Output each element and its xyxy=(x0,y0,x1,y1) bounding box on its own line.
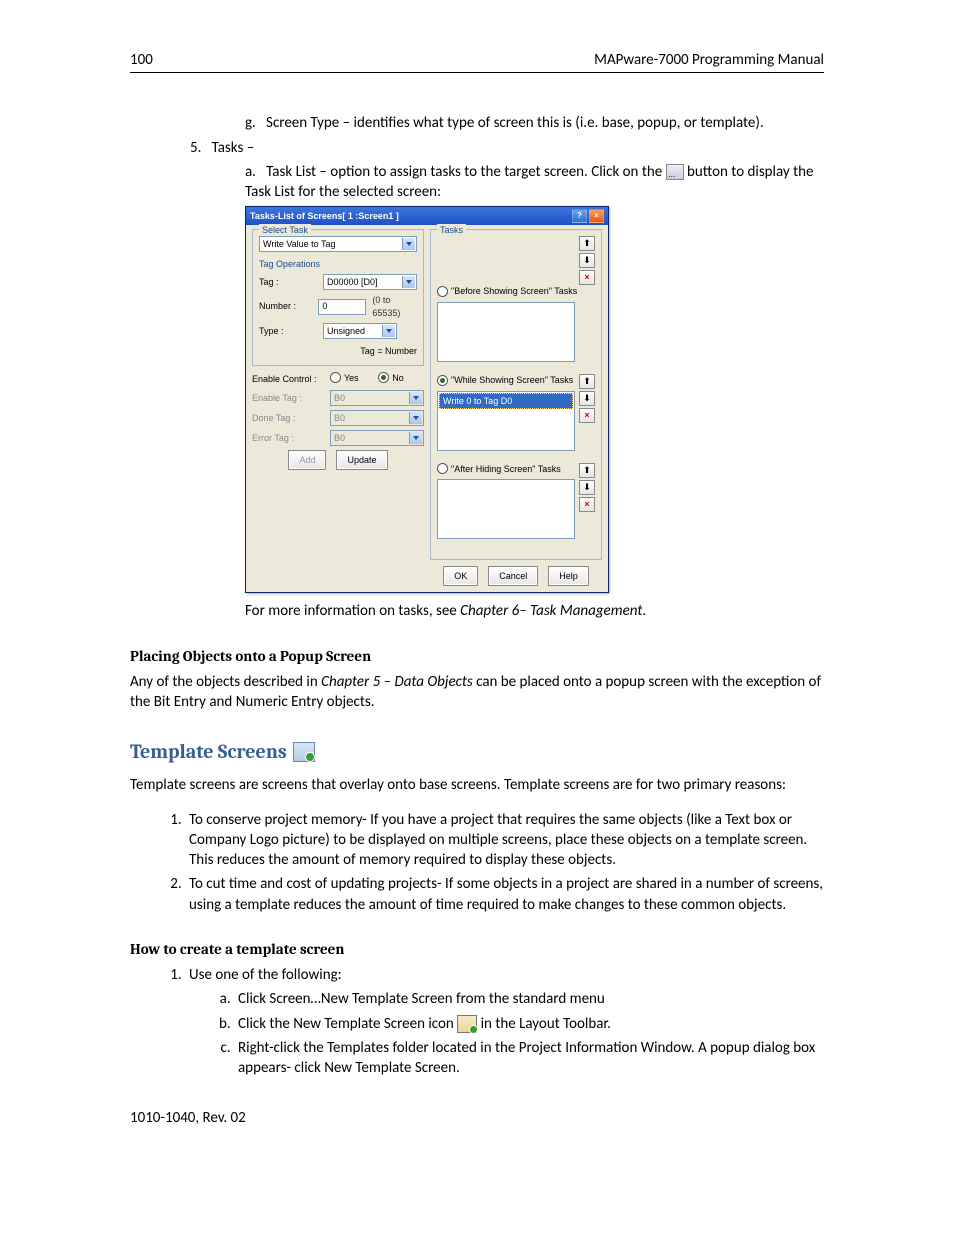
list-item: Click Screen…New Template Screen from th… xyxy=(234,989,824,1009)
dialog-title: Tasks-List of Screens[ 1 :Screen1 ] xyxy=(250,210,399,222)
list-item-5: 5. Tasks – xyxy=(190,138,824,158)
list-item: Click the New Template Screen icon in th… xyxy=(234,1014,824,1034)
cancel-button[interactable]: Cancel xyxy=(488,566,538,586)
type-dropdown[interactable]: Unsigned xyxy=(323,323,397,339)
move-up-icon[interactable]: ⬆ xyxy=(579,374,595,389)
list-item: To conserve project memory- If you have … xyxy=(185,810,824,871)
after-hiding-radio[interactable]: "After Hiding Screen" Tasks xyxy=(437,463,561,475)
popup-section-head: Placing Objects onto a Popup Screen xyxy=(130,646,824,666)
error-tag-dropdown: B0 xyxy=(330,430,424,446)
delete-icon[interactable]: × xyxy=(579,497,595,512)
delete-icon[interactable]: × xyxy=(579,270,595,285)
dialog-caption: For more information on tasks, see Chapt… xyxy=(245,601,824,621)
while-showing-radio[interactable]: "While Showing Screen" Tasks xyxy=(437,374,573,386)
move-down-icon[interactable]: ⬇ xyxy=(579,480,595,495)
tasks-dialog: Tasks-List of Screens[ 1 :Screen1 ] ? × … xyxy=(245,206,609,593)
template-reasons-list: To conserve project memory- If you have … xyxy=(130,810,824,915)
enable-yes-radio[interactable]: Yes xyxy=(330,372,359,384)
new-template-screen-icon xyxy=(457,1015,477,1033)
page-header: 100 MAPware-7000 Programming Manual xyxy=(130,50,824,73)
tasks-fieldset: Tasks ⬆ ⬇ × "Before Showing Screen" Task… xyxy=(430,229,602,560)
update-button[interactable]: Update xyxy=(336,450,387,470)
select-task-fieldset: Select Task Write Value to Tag Tag Opera… xyxy=(252,229,424,366)
delete-icon[interactable]: × xyxy=(579,408,595,423)
template-screen-icon xyxy=(293,742,315,762)
number-input[interactable]: 0 xyxy=(318,299,366,315)
howto-section-head: How to create a template screen xyxy=(130,939,824,959)
while-tasklist[interactable]: Write 0 to Tag D0 xyxy=(437,391,575,451)
tag-dropdown[interactable]: D00000 [D0] xyxy=(323,274,417,290)
task-list-icon xyxy=(666,164,684,180)
move-up-icon[interactable]: ⬆ xyxy=(579,463,595,478)
tag-operations-label: Tag Operations xyxy=(259,258,417,270)
before-tasklist[interactable] xyxy=(437,302,575,362)
template-intro: Template screens are screens that overla… xyxy=(130,775,824,795)
help-icon[interactable]: ? xyxy=(572,209,587,223)
page-number: 100 xyxy=(130,50,153,70)
popup-section-body: Any of the objects described in Chapter … xyxy=(130,672,824,713)
enable-tag-dropdown: B0 xyxy=(330,390,424,406)
add-button[interactable]: Add xyxy=(288,450,326,470)
close-icon[interactable]: × xyxy=(589,209,604,223)
dialog-titlebar: Tasks-List of Screens[ 1 :Screen1 ] ? × xyxy=(246,207,608,225)
task-item[interactable]: Write 0 to Tag D0 xyxy=(439,393,573,409)
move-up-icon[interactable]: ⬆ xyxy=(579,236,595,251)
list-item: Use one of the following: Click Screen…N… xyxy=(185,965,824,1078)
ok-button[interactable]: OK xyxy=(443,566,478,586)
list-item-a: a. Task List – option to assign tasks to… xyxy=(245,162,824,203)
help-button[interactable]: Help xyxy=(548,566,589,586)
enable-control-row: Enable Control : Yes No xyxy=(252,372,424,386)
select-task-dropdown[interactable]: Write Value to Tag xyxy=(259,236,417,252)
move-down-icon[interactable]: ⬇ xyxy=(579,391,595,406)
done-tag-dropdown: B0 xyxy=(330,410,424,426)
enable-no-radio[interactable]: No xyxy=(378,372,404,384)
template-screens-heading: Template Screens xyxy=(130,738,824,765)
move-down-icon[interactable]: ⬇ xyxy=(579,253,595,268)
list-item-g: g. Screen Type – identifies what type of… xyxy=(245,113,824,133)
list-item: To cut time and cost of updating project… xyxy=(185,874,824,915)
before-showing-radio[interactable]: "Before Showing Screen" Tasks xyxy=(437,285,577,297)
list-item: Right-click the Templates folder located… xyxy=(234,1038,824,1079)
howto-list: Use one of the following: Click Screen…N… xyxy=(130,965,824,1078)
footer-rev: 1010-1040, Rev. 02 xyxy=(130,1108,824,1128)
after-tasklist[interactable] xyxy=(437,479,575,539)
manual-title: MAPware-7000 Programming Manual xyxy=(594,50,824,70)
